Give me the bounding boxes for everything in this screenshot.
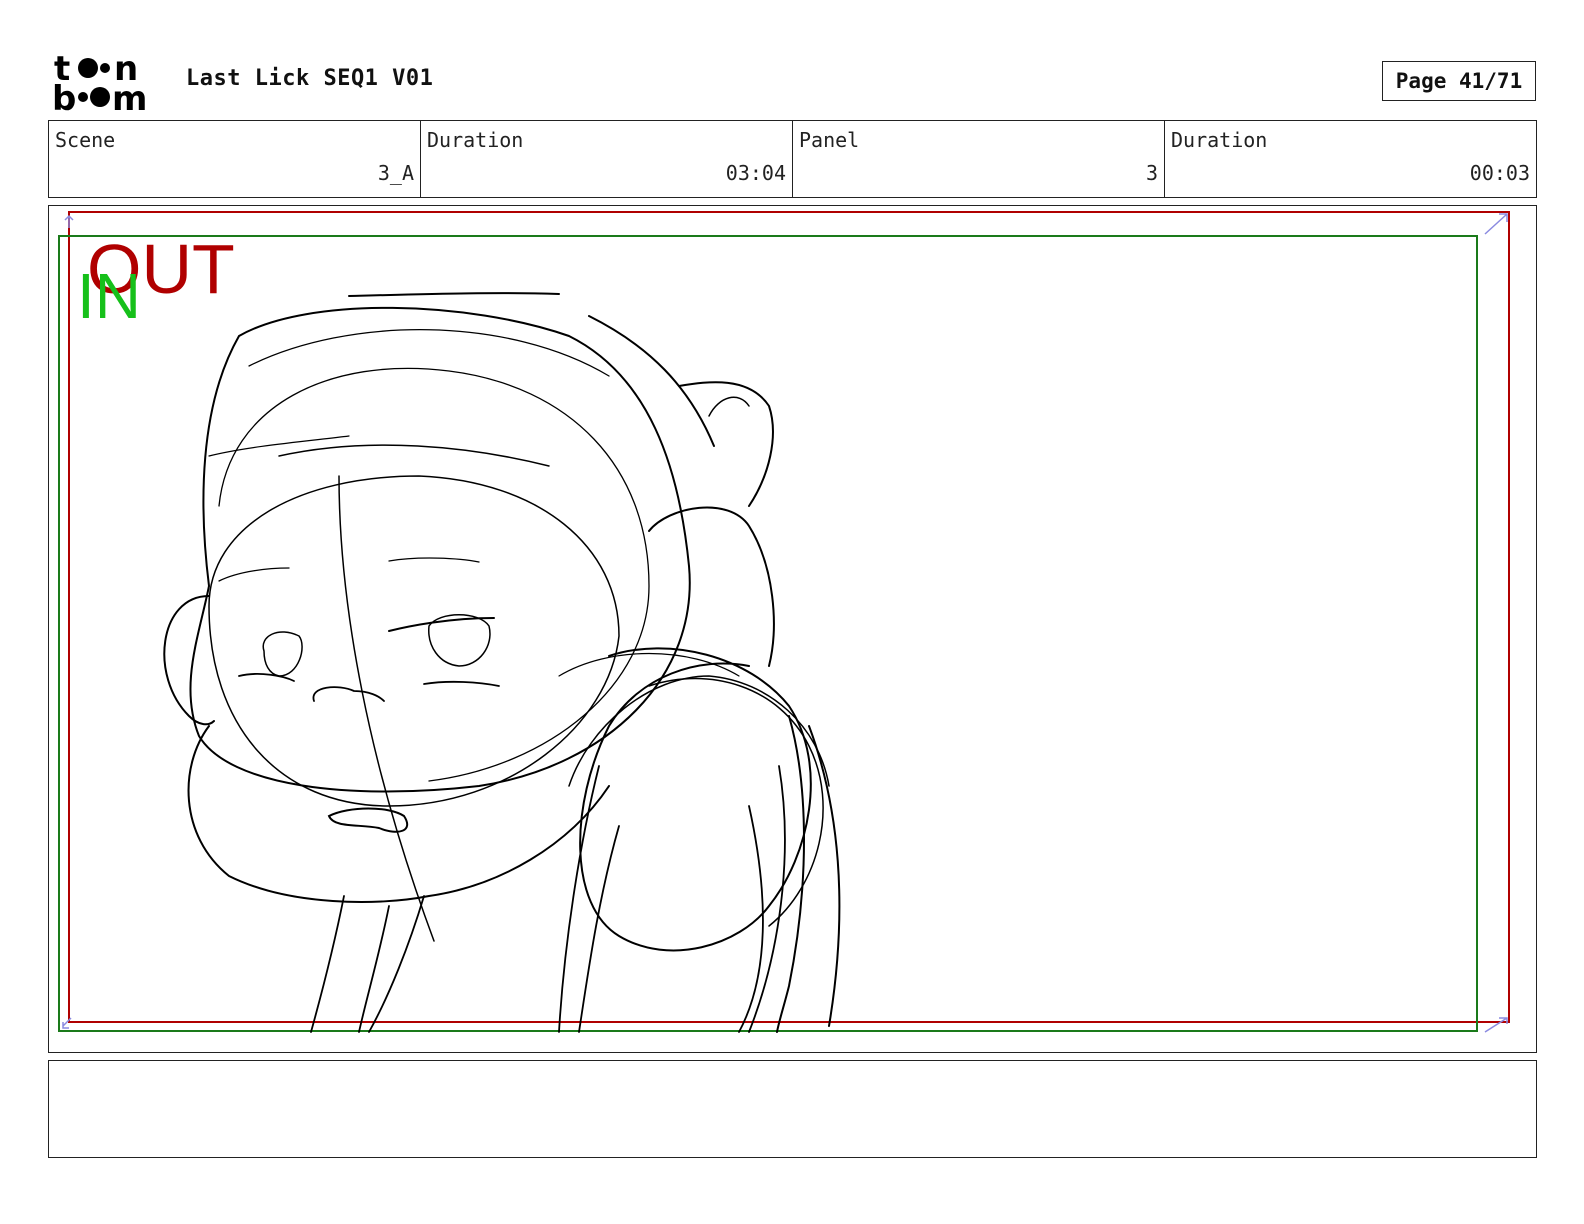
- hair-bun: [648, 506, 775, 667]
- out-camera-frame: [68, 211, 1510, 1023]
- ear: [163, 595, 215, 726]
- in-frame-label: IN: [77, 260, 141, 332]
- panel-duration-value: 00:03: [1469, 161, 1530, 185]
- scene-duration-cell: Duration 03:04: [421, 121, 793, 197]
- nose: [312, 686, 385, 702]
- panel-duration-label: Duration: [1171, 128, 1268, 152]
- corner-arrow-top-right: [1484, 213, 1508, 235]
- page-number: Page 41/71: [1382, 61, 1536, 101]
- toon-boom-logo: t n b m: [52, 50, 147, 114]
- corner-arrow-top-left: [64, 214, 74, 228]
- svg-text:b: b: [52, 79, 76, 114]
- scene-duration-label: Duration: [427, 128, 524, 152]
- scene-cell: Scene 3_A: [49, 121, 421, 197]
- scene-label: Scene: [55, 128, 116, 152]
- project-title: Last Lick SEQ1 V01: [186, 66, 434, 91]
- panel-label: Panel: [799, 128, 860, 152]
- storyboard-panel: OUT IN: [48, 205, 1537, 1053]
- scene-value: 3_A: [377, 161, 414, 185]
- scene-duration-value: 03:04: [725, 161, 786, 185]
- mouth: [327, 807, 409, 833]
- scene-info-table: Scene 3_A Duration 03:04 Panel 3 Duratio…: [48, 120, 1537, 198]
- panel-cell: Panel 3: [793, 121, 1165, 197]
- panel-duration-cell: Duration 00:03: [1165, 121, 1536, 197]
- panel-value: 3: [1145, 161, 1158, 185]
- panel-sketch: [58, 211, 1510, 1033]
- panel-notes-box[interactable]: [48, 1060, 1537, 1158]
- head-outline: [189, 306, 691, 793]
- corner-arrow-bottom-right: [1484, 1017, 1508, 1033]
- svg-text:m: m: [112, 79, 147, 114]
- left-eye: [262, 631, 303, 677]
